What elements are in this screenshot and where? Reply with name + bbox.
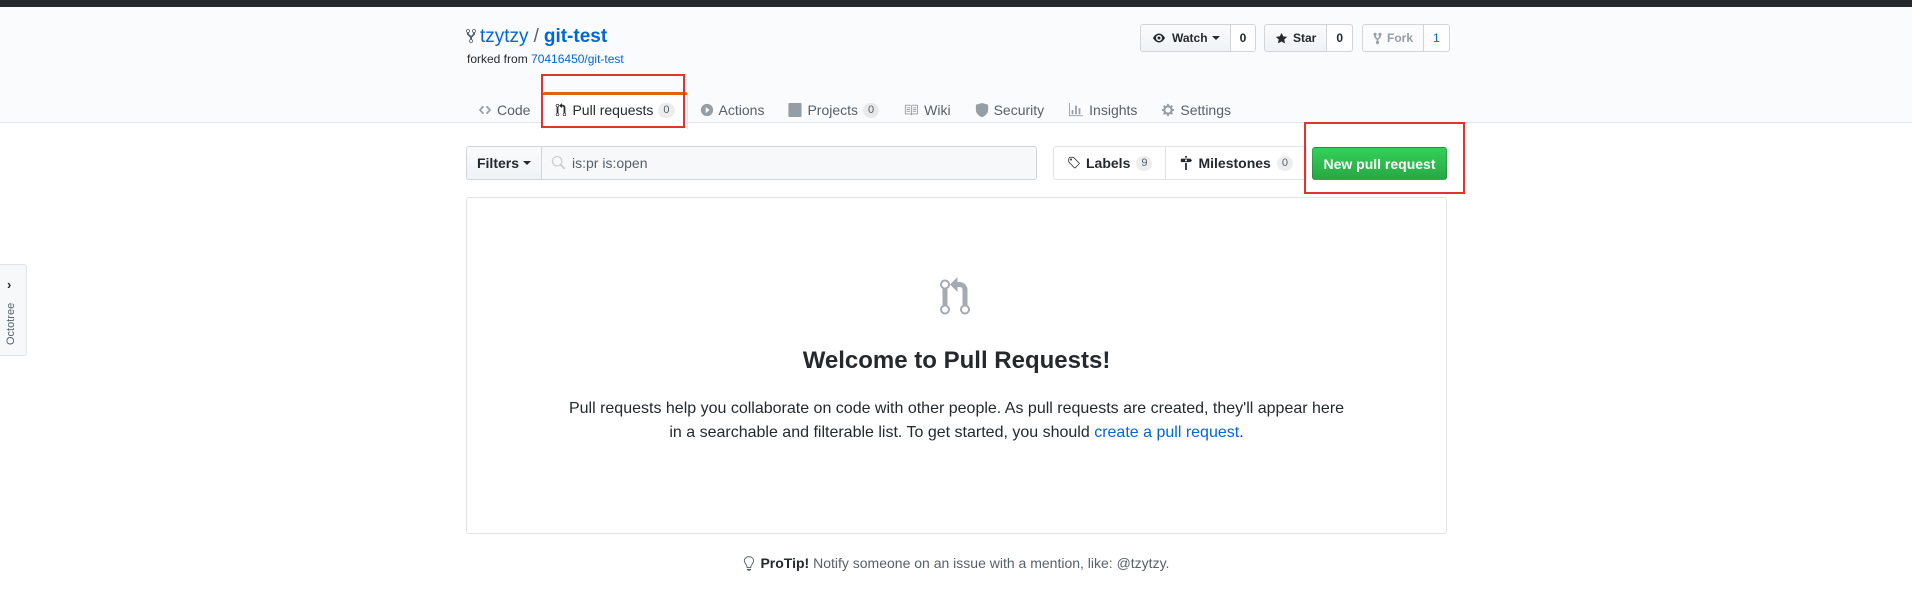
protip-label: ProTip! xyxy=(760,555,810,571)
forked-from-prefix: forked from xyxy=(467,52,528,66)
chevron-right-icon: › xyxy=(7,277,12,292)
blankslate-title: Welcome to Pull Requests! xyxy=(802,347,1111,374)
light-bulb-icon xyxy=(743,556,754,571)
repo-title: tzytzy / git-test xyxy=(466,25,607,49)
milestones-counter: 0 xyxy=(1276,155,1293,171)
eye-icon xyxy=(1153,33,1165,43)
star-group: Star 0 xyxy=(1264,24,1354,52)
tab-settings[interactable]: Settings xyxy=(1149,93,1243,129)
search-field[interactable] xyxy=(541,146,1037,180)
code-icon xyxy=(478,105,492,115)
forked-from-link[interactable]: 70416450/git-test xyxy=(531,52,624,66)
repo-nav: Code Pull requests 0 Actions Projects 0 … xyxy=(466,92,1243,129)
fork-count[interactable]: 1 xyxy=(1424,24,1450,52)
tab-projects[interactable]: Projects 0 xyxy=(776,93,891,129)
watch-group: Watch 0 xyxy=(1140,24,1257,52)
watch-count[interactable]: 0 xyxy=(1230,24,1257,52)
git-pull-request-icon xyxy=(940,277,970,315)
chevron-down-icon xyxy=(1211,36,1220,40)
tab-pull-requests-label: Pull requests xyxy=(572,102,654,118)
repo-name-link[interactable]: git-test xyxy=(544,26,607,47)
pull-requests-counter: 0 xyxy=(658,103,675,118)
tab-pull-requests[interactable]: Pull requests 0 xyxy=(542,92,688,129)
star-button[interactable]: Star xyxy=(1264,24,1328,52)
top-header-bar xyxy=(0,0,1912,7)
git-pull-request-icon xyxy=(556,103,567,117)
star-label: Star xyxy=(1293,31,1317,45)
tab-security[interactable]: Security xyxy=(963,93,1057,129)
shield-icon xyxy=(975,103,988,117)
fork-button[interactable]: Fork xyxy=(1362,24,1425,52)
tag-icon xyxy=(1068,156,1080,169)
labels-label: Labels xyxy=(1086,155,1131,171)
tab-insights-label: Insights xyxy=(1089,102,1138,118)
blankslate-description: Pull requests help you collaborate on co… xyxy=(567,397,1346,445)
labels-counter: 9 xyxy=(1136,155,1153,171)
tab-actions-label: Actions xyxy=(718,102,765,118)
blankslate-text-end: . xyxy=(1239,424,1244,441)
protip: ProTip! Notify someone on an issue with … xyxy=(0,555,1912,571)
milestone-icon xyxy=(1181,156,1193,170)
protip-text: Notify someone on an issue with a mentio… xyxy=(813,555,1170,571)
labels-button[interactable]: Labels 9 xyxy=(1053,146,1167,180)
filters-button[interactable]: Filters xyxy=(466,146,542,180)
pull-requests-blankslate: Welcome to Pull Requests! Pull requests … xyxy=(466,197,1447,534)
milestones-label: Milestones xyxy=(1198,155,1271,171)
tab-code-label: Code xyxy=(497,102,531,118)
filters-label: Filters xyxy=(476,155,519,171)
new-pull-request-button[interactable]: New pull request xyxy=(1312,147,1447,180)
repo-header: tzytzy / git-test forked from 70416450/git… xyxy=(0,7,1912,129)
star-count[interactable]: 0 xyxy=(1327,24,1354,52)
octotree-toggle[interactable]: › Octotree xyxy=(0,264,27,356)
repo-owner-link[interactable]: tzytzy xyxy=(480,26,529,47)
tab-code[interactable]: Code xyxy=(466,93,542,129)
projects-counter: 0 xyxy=(863,103,880,118)
repo-forked-icon xyxy=(466,28,476,44)
fork-group: Fork 1 xyxy=(1362,24,1450,52)
fork-label: Fork xyxy=(1387,31,1414,45)
tab-wiki-label: Wiki xyxy=(924,102,951,118)
fork-icon xyxy=(1373,32,1382,44)
repo-separator: / xyxy=(533,26,539,47)
labels-milestones-group: Labels 9 Milestones 0 xyxy=(1053,146,1307,180)
play-icon xyxy=(700,103,713,117)
watch-button[interactable]: Watch xyxy=(1140,24,1231,52)
chevron-down-icon xyxy=(523,161,531,165)
tab-insights[interactable]: Insights xyxy=(1056,93,1149,129)
search-icon xyxy=(551,156,565,170)
book-icon xyxy=(905,104,919,116)
milestones-button[interactable]: Milestones 0 xyxy=(1166,146,1307,180)
tab-wiki[interactable]: Wiki xyxy=(891,93,962,129)
tab-actions[interactable]: Actions xyxy=(688,93,777,129)
project-icon xyxy=(788,103,803,117)
tab-projects-label: Projects xyxy=(807,102,859,118)
tab-security-label: Security xyxy=(993,102,1045,118)
octotree-label: Octotree xyxy=(5,302,17,345)
search-input[interactable] xyxy=(572,155,1012,171)
watch-label: Watch xyxy=(1172,31,1208,45)
graph-icon xyxy=(1069,103,1084,117)
tab-settings-label: Settings xyxy=(1180,102,1232,118)
create-pull-request-link[interactable]: create a pull request xyxy=(1094,424,1239,441)
star-icon xyxy=(1275,32,1288,43)
gear-icon xyxy=(1162,103,1175,117)
forked-from: forked from 70416450/git-test xyxy=(467,52,624,66)
